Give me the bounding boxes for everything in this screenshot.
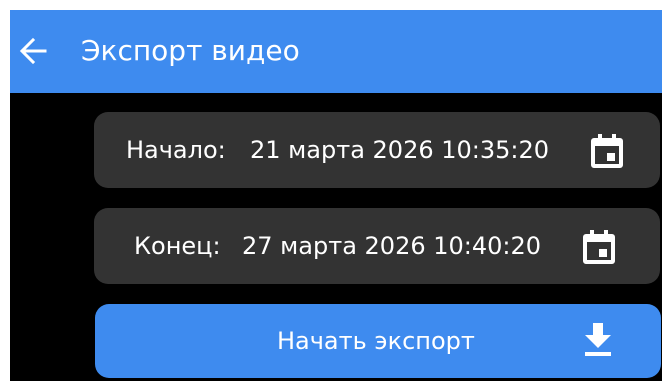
start-date-value: 21 марта 2026 10:35:20	[250, 136, 550, 164]
download-icon	[585, 323, 611, 356]
end-date-label: Конец:	[134, 232, 221, 260]
calendar-icon[interactable]	[591, 134, 623, 168]
start-export-label: Начать экспорт	[277, 327, 475, 355]
arrow-left-icon	[19, 37, 47, 65]
end-date-value: 27 марта 2026 10:40:20	[242, 232, 542, 260]
export-video-screen: Экспорт видео Начало: 21 марта 2026 10:3…	[10, 10, 662, 381]
back-button[interactable]	[16, 34, 50, 68]
start-date-label: Начало:	[126, 136, 226, 164]
start-export-button[interactable]: Начать экспорт	[95, 304, 661, 378]
calendar-icon[interactable]	[583, 230, 615, 264]
start-date-field[interactable]: Начало: 21 марта 2026 10:35:20	[94, 112, 660, 188]
page-title: Экспорт видео	[81, 34, 300, 67]
end-date-field[interactable]: Конец: 27 марта 2026 10:40:20	[94, 208, 660, 284]
app-bar: Экспорт видео	[10, 10, 662, 93]
